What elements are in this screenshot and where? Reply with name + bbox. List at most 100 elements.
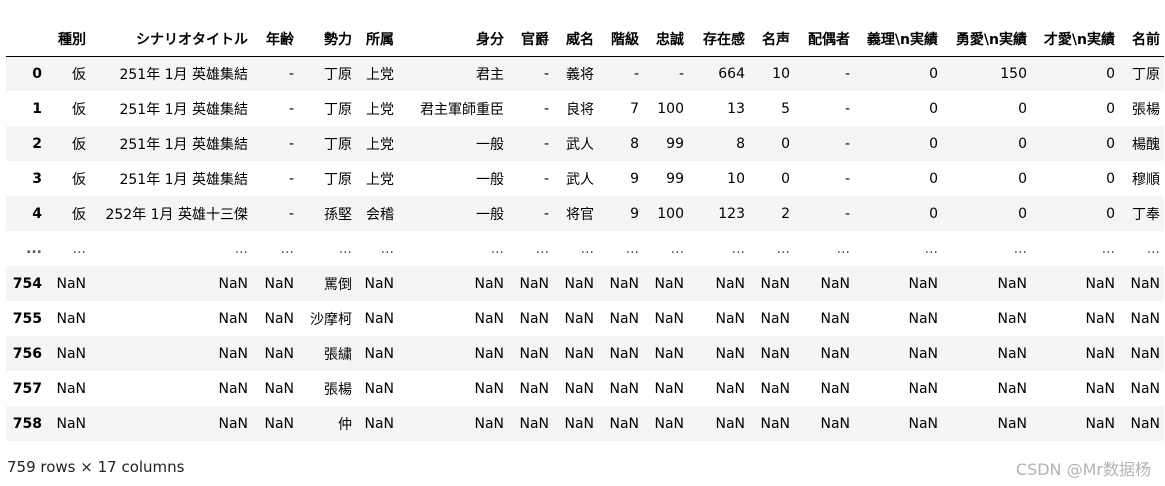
- table-cell: NaN: [715, 345, 745, 362]
- table-cell: ...: [1146, 240, 1160, 257]
- table-cell: 123: [718, 205, 745, 222]
- column-header: 威名: [553, 22, 598, 57]
- table-cell: ...: [490, 240, 504, 257]
- table-cell: 武人: [566, 136, 594, 153]
- table-row: 3 仮 251年 1月 英雄集結 - 丁原 上党 一般 - 武人 9 99 10 0-0 0 0 穆順: [6, 161, 1164, 196]
- table-cell: -: [543, 65, 549, 82]
- table-cell: 664: [718, 65, 745, 82]
- table-cell: 君主軍師重臣: [420, 101, 504, 118]
- column-header: 才愛\n実績: [1031, 22, 1119, 57]
- table-cell: 251年 1月 英雄集結: [119, 101, 248, 118]
- table-cell: 9: [630, 205, 639, 222]
- table-cell: NaN: [364, 380, 394, 397]
- table-cell: 252年 1月 英雄十三傑: [105, 206, 248, 223]
- table-cell: -: [844, 100, 850, 117]
- dataframe-output: 種別 シナリオタイトル 年齢 勢力 所属 身分 官爵 威名 階級 忠誠 存在感 名声 配偶者 義理\n実績…: [6, 22, 1164, 441]
- table-cell: NaN: [609, 415, 639, 432]
- table-cell: NaN: [760, 380, 790, 397]
- table-cell: 仮: [72, 101, 86, 118]
- table-cell: 0: [1106, 205, 1115, 222]
- header-row: 種別 シナリオタイトル 年齢 勢力 所属 身分 官爵 威名 階級 忠誠 存在感 名声 配偶者 義理\n実績…: [6, 22, 1164, 57]
- table-cell: 丁原: [324, 66, 352, 83]
- table-cell: NaN: [820, 310, 850, 327]
- table-cell: 0: [929, 135, 938, 152]
- column-header: 所属: [356, 22, 398, 57]
- table-cell: NaN: [760, 310, 790, 327]
- table-cell: NaN: [1085, 380, 1115, 397]
- table-cell: 0: [1106, 65, 1115, 82]
- table-cell: NaN: [997, 275, 1027, 292]
- table-cell: 99: [666, 170, 684, 187]
- table-cell: NaN: [264, 275, 294, 292]
- row-index: 2: [32, 135, 42, 152]
- table-cell: NaN: [519, 380, 549, 397]
- table-row: 757 NaN NaN NaN 張楊 NaN NaN NaN NaN NaN NaN NaN NaN Na…: [6, 371, 1164, 406]
- table-cell: NaN: [56, 415, 86, 432]
- table-cell: 丁奉: [1132, 206, 1160, 223]
- table-cell: -: [288, 65, 294, 82]
- table-cell: ...: [72, 240, 86, 257]
- table-cell: ...: [836, 240, 850, 257]
- table-cell: NaN: [519, 415, 549, 432]
- table-cell: 0: [1018, 135, 1027, 152]
- table-cell: ...: [338, 240, 352, 257]
- table-row: 755 NaN NaN NaN 沙摩柯 NaN NaN NaN NaN NaN NaN NaN NaN N…: [6, 301, 1164, 336]
- table-cell: 張楊: [1132, 101, 1160, 118]
- column-header: 義理\n実績: [854, 22, 942, 57]
- table-cell: 義将: [566, 66, 594, 83]
- table-cell: ...: [924, 240, 938, 257]
- table-cell: NaN: [1085, 275, 1115, 292]
- table-cell: NaN: [264, 310, 294, 327]
- table-cell: -: [633, 65, 639, 82]
- table-cell: 孫堅: [324, 206, 352, 223]
- column-header: 年齢: [252, 22, 298, 57]
- table-cell: NaN: [760, 345, 790, 362]
- table-cell: NaN: [564, 415, 594, 432]
- column-header: 勢力: [298, 22, 356, 57]
- table-cell: NaN: [519, 275, 549, 292]
- table-cell: 丁原: [324, 101, 352, 118]
- table-cell: NaN: [715, 310, 745, 327]
- table-row: 754 NaN NaN NaN 罵倒 NaN NaN NaN NaN NaN NaN NaN NaN Na…: [6, 266, 1164, 301]
- table-cell: NaN: [474, 380, 504, 397]
- table-cell: 0: [929, 100, 938, 117]
- table-cell: 100: [657, 100, 684, 117]
- table-cell: NaN: [364, 415, 394, 432]
- table-cell: NaN: [908, 380, 938, 397]
- table-cell: NaN: [908, 345, 938, 362]
- table-cell: NaN: [760, 415, 790, 432]
- table-cell: NaN: [609, 275, 639, 292]
- table-cell: NaN: [997, 345, 1027, 362]
- table-cell: -: [543, 135, 549, 152]
- table-cell: 0: [1106, 135, 1115, 152]
- table-cell: -: [844, 135, 850, 152]
- column-header: 官爵: [508, 22, 553, 57]
- watermark: CSDN @Mr数据杨: [1015, 460, 1151, 479]
- column-header: 忠誠: [643, 22, 688, 57]
- table-cell: NaN: [218, 345, 248, 362]
- table-cell: NaN: [654, 345, 684, 362]
- table-cell: NaN: [218, 415, 248, 432]
- table-cell: 251年 1月 英雄集結: [119, 171, 248, 188]
- table-cell: NaN: [609, 345, 639, 362]
- table-cell: NaN: [997, 310, 1027, 327]
- table-cell: 0: [1106, 170, 1115, 187]
- table-cell: NaN: [218, 275, 248, 292]
- table-cell: NaN: [997, 415, 1027, 432]
- index-header: [6, 22, 46, 57]
- table-body: 0 仮 251年 1月 英雄集結 - 丁原 上党 君主 - 義将 - -664 10-0 150 0 丁原 1…: [6, 56, 1164, 441]
- table-cell: 2: [781, 205, 790, 222]
- dataframe-table: 種別 シナリオタイトル 年齢 勢力 所属 身分 官爵 威名 階級 忠誠 存在感 名声 配偶者 義理\n実績…: [6, 22, 1164, 441]
- table-cell: 上党: [366, 171, 394, 188]
- table-cell: ...: [1101, 240, 1115, 257]
- table-cell: 武人: [566, 171, 594, 188]
- table-cell: NaN: [218, 310, 248, 327]
- table-cell: 10: [727, 170, 745, 187]
- table-cell: NaN: [715, 380, 745, 397]
- table-cell: NaN: [609, 380, 639, 397]
- table-cell: 張繍: [324, 346, 352, 363]
- column-header: シナリオタイトル: [90, 22, 252, 57]
- table-cell: NaN: [820, 415, 850, 432]
- table-cell: NaN: [564, 310, 594, 327]
- table-cell: ...: [1013, 240, 1027, 257]
